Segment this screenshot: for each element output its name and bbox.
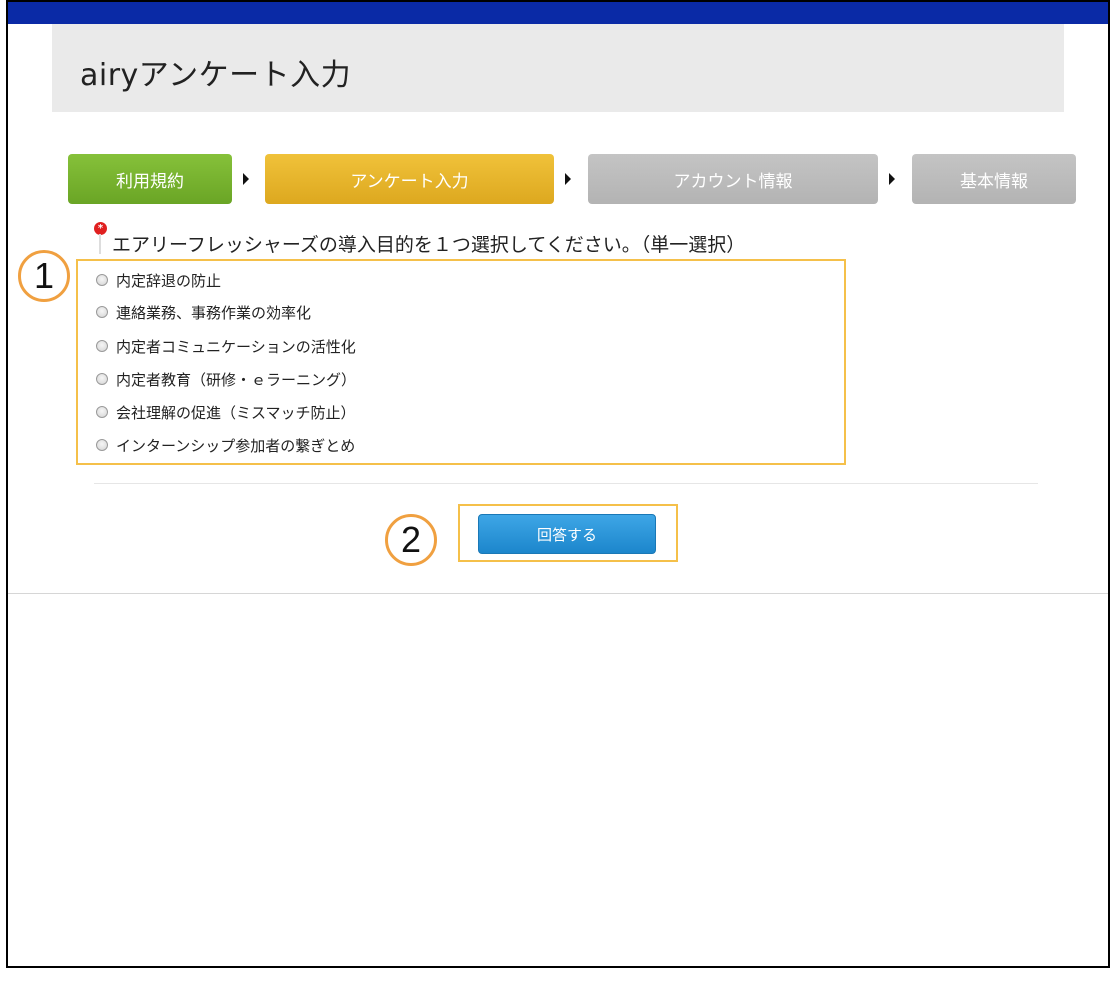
page-title: airyアンケート入力	[80, 58, 352, 93]
step-basic-info: 基本情報	[912, 154, 1076, 204]
required-icon: *	[94, 222, 108, 256]
radio-button[interactable]	[96, 306, 108, 318]
step-account: アカウント情報	[588, 154, 878, 204]
radio-button[interactable]	[96, 373, 108, 385]
option-item[interactable]: 連絡業務、事務作業の効率化	[96, 301, 311, 323]
option-item[interactable]: インターンシップ参加者の繋ぎとめ	[96, 434, 355, 456]
step-terms: 利用規約	[68, 154, 232, 204]
option-label: 会社理解の促進（ミスマッチ防止）	[116, 403, 356, 422]
option-label: 内定者教育（研修・ｅラーニング）	[116, 370, 357, 389]
header: airyアンケート入力	[52, 24, 1064, 112]
radio-button[interactable]	[96, 340, 108, 352]
option-label: 内定者コミュニケーションの活性化	[116, 337, 356, 356]
annotation-badge-2: 2	[385, 514, 437, 566]
question-text: エアリーフレッシャーズの導入目的を１つ選択してください。（単一選択）	[112, 234, 746, 256]
option-item[interactable]: 内定者コミュニケーションの活性化	[96, 335, 356, 357]
option-item[interactable]: 内定辞退の防止	[96, 269, 221, 291]
option-label: 内定辞退の防止	[116, 271, 222, 290]
radio-button[interactable]	[96, 274, 108, 286]
radio-button[interactable]	[96, 439, 108, 451]
step-arrow-icon	[889, 173, 895, 185]
step-survey: アンケート入力	[265, 154, 554, 204]
top-bar	[8, 2, 1108, 24]
option-label: 連絡業務、事務作業の効率化	[116, 303, 312, 322]
step-arrow-icon	[565, 173, 571, 185]
submit-button[interactable]: 回答する	[478, 514, 656, 554]
radio-button[interactable]	[96, 406, 108, 418]
step-arrow-icon	[243, 173, 249, 185]
page-frame: airyアンケート入力 利用規約 アンケート入力 アカウント情報 基本情報 * …	[6, 0, 1110, 968]
option-item[interactable]: 会社理解の促進（ミスマッチ防止）	[96, 401, 356, 423]
divider	[94, 483, 1038, 484]
annotation-badge-1: 1	[18, 250, 70, 302]
option-item[interactable]: 内定者教育（研修・ｅラーニング）	[96, 368, 356, 390]
option-label: インターンシップ参加者の繋ぎとめ	[116, 436, 356, 455]
submit-highlight: 回答する	[458, 504, 678, 562]
options-group: 内定辞退の防止 連絡業務、事務作業の効率化 内定者コミュニケーションの活性化 内…	[76, 259, 846, 465]
footer-divider	[8, 593, 1108, 594]
